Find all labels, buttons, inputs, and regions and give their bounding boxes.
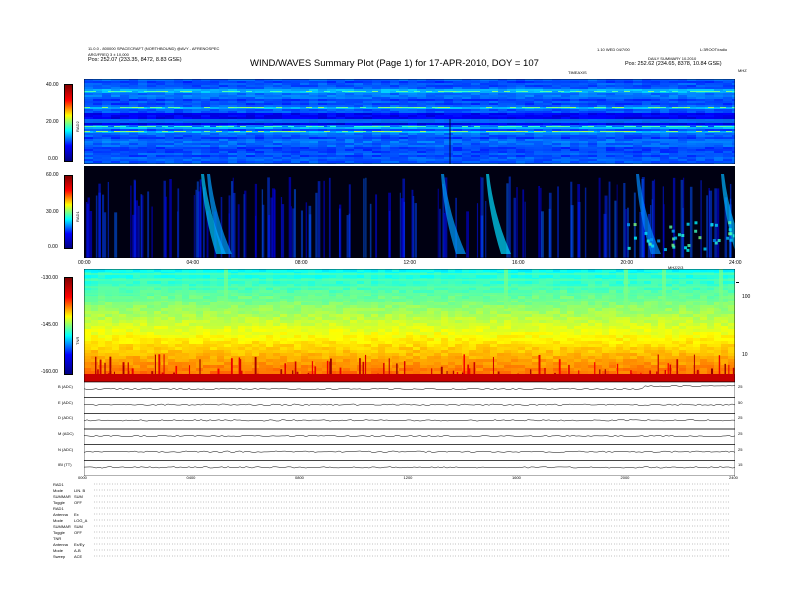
timeseries-trace	[84, 435, 735, 437]
footer-label: Toggle	[53, 500, 65, 505]
footer-label: TNR	[53, 536, 62, 541]
rad1-spectrogram	[84, 166, 735, 258]
timeseries-xtick: 0800	[295, 475, 304, 480]
timeseries-svg	[84, 382, 735, 476]
footer-label: Antenna	[53, 512, 68, 517]
timeseries-panel	[84, 382, 735, 476]
rad1-spectrogram-svg	[84, 166, 735, 258]
timeseries-row-right-value: 15	[738, 462, 743, 468]
rad2-ytick-top: 40.00	[46, 82, 59, 88]
rad1-xtick: 12:00	[403, 260, 417, 266]
timeseries-trace	[84, 403, 735, 406]
tnr-field	[84, 269, 735, 382]
tnr-right-marker: MHZ/2/3	[668, 265, 684, 270]
footer-dotted-lines	[84, 481, 735, 561]
footer-value: Ex/Ey	[74, 542, 85, 547]
footer-label: Mode	[53, 518, 64, 523]
footer-label: SUMMAR	[53, 524, 71, 529]
rad1-xtick: 24:00	[729, 260, 742, 266]
timeseries-row-frame	[84, 413, 735, 430]
rad2-ytick-mid: 20.00	[46, 119, 59, 125]
rad1-ytick-bottom: 0.00	[48, 244, 58, 250]
footer-label: SUMMAR	[53, 494, 71, 499]
timeseries-xtick: 2000	[620, 475, 630, 480]
tnr-colorbar	[64, 277, 73, 375]
tnr-right-tick-100: 100	[742, 294, 751, 300]
timeseries-row-right-value: 50	[738, 399, 743, 405]
sub-marker: TIMEAXIS	[568, 70, 587, 75]
timeseries-row-right-value: 25	[738, 431, 743, 436]
rad2-ytick-bottom: 0.00	[48, 156, 58, 162]
timeseries-trace	[84, 385, 735, 390]
tnr-ytick-mid: -145.00	[41, 322, 58, 328]
timeseries-xtick: 0400	[186, 475, 196, 480]
rad2-spectrogram-svg	[84, 79, 735, 164]
timeseries-row-right-value: 25	[738, 384, 743, 389]
timeseries-row-frame	[84, 397, 735, 414]
footer-label: RAD1	[53, 482, 64, 487]
footer-label: RAD1	[53, 506, 64, 511]
header-info-left-1: 11.0.0 - 800000 SPACECRAFT (NORTHBOUND) …	[88, 46, 220, 51]
header-position-right: Pos: 252.62 (234.65, 8378, 10.84 GSE)	[625, 61, 722, 67]
tnr-spectrogram	[84, 269, 735, 382]
sub-marker-right: MHZ	[738, 68, 747, 73]
footer-label: Antenna	[53, 542, 68, 547]
tnr-ytick-top: -130.00	[41, 275, 58, 281]
footer-value: SUM	[74, 494, 83, 499]
footer-value: A-B	[74, 548, 81, 553]
timeseries-trace	[84, 450, 735, 453]
rad1-axis-label: RAD1	[75, 211, 80, 222]
rad1-ytick-top: 60.00	[46, 172, 59, 178]
tnr-right-tick-10: 10	[742, 352, 748, 358]
timeseries-trace	[84, 466, 735, 469]
plot-title: WIND/WAVES Summary Plot (Page 1) for 17-…	[250, 58, 539, 69]
rad2-cyan-band	[84, 119, 735, 123]
header-position-left: Pos: 252.07 (233.35, 8472, 8.83 GSE)	[88, 57, 182, 63]
timeseries-row-label: IBI (TT)	[58, 462, 72, 468]
footer-label: Sweep	[53, 554, 66, 559]
timeseries-row-right-value: 25	[738, 446, 743, 452]
timeseries-row-frame	[84, 460, 735, 476]
timeseries-row-label: D (ADC)	[58, 415, 74, 421]
tnr-axis-label: TNR	[75, 336, 80, 345]
footer-value: ACE	[74, 554, 83, 559]
rad1-xtick: 04:00	[186, 260, 200, 266]
rad1-ytick-mid: 30.00	[46, 209, 59, 215]
timeseries-xtick: 0000	[78, 475, 87, 480]
footer-value: Ex	[74, 512, 79, 517]
footer-label: Mode	[53, 488, 64, 493]
footer-value: OFF	[74, 530, 82, 535]
rad1-xtick: 20:00	[620, 260, 634, 266]
rad2-axis-label: RAD2	[75, 121, 80, 132]
header-info-right-1b: L:3ROOT/radio	[700, 47, 728, 52]
tnr-spectrogram-svg	[84, 269, 735, 382]
timeseries-row-label: E (ADC)	[58, 399, 73, 405]
rad1-xtick: 08:00	[295, 260, 308, 266]
footer-dotted-svg	[94, 483, 729, 557]
rad1-xtick: 00:00	[78, 260, 91, 266]
timeseries-row-label: N (ADC)	[58, 446, 74, 452]
timeseries-xtick: 2400	[729, 475, 738, 480]
tnr-ytick-bottom: -160.00	[41, 369, 58, 375]
footer-label: Toggle	[53, 530, 65, 535]
timeseries-row-label: B (ADC)	[58, 384, 73, 389]
footer-value: OFF	[74, 500, 82, 505]
tnr-right-ticmark	[736, 282, 739, 283]
timeseries-row-right-value: 25	[738, 415, 743, 421]
timeseries-xtick: 1200	[403, 475, 413, 480]
timeseries-xtick: 1600	[512, 475, 521, 480]
timeseries-trace	[84, 419, 735, 422]
rad1-xtick: 16:00	[512, 260, 525, 266]
header-info-right-1: 1.10 WED 04/7/00	[597, 47, 630, 52]
timeseries-row-frame	[84, 444, 735, 461]
footer-label: Mode	[53, 548, 64, 553]
footer-value: SUM	[74, 524, 83, 529]
rad2-spectrogram	[84, 79, 735, 164]
rad2-colorbar	[64, 84, 73, 162]
timeseries-row-label: M (ADC)	[58, 431, 74, 436]
timeseries-row-frame	[84, 428, 735, 445]
rad1-colorbar	[64, 175, 73, 249]
